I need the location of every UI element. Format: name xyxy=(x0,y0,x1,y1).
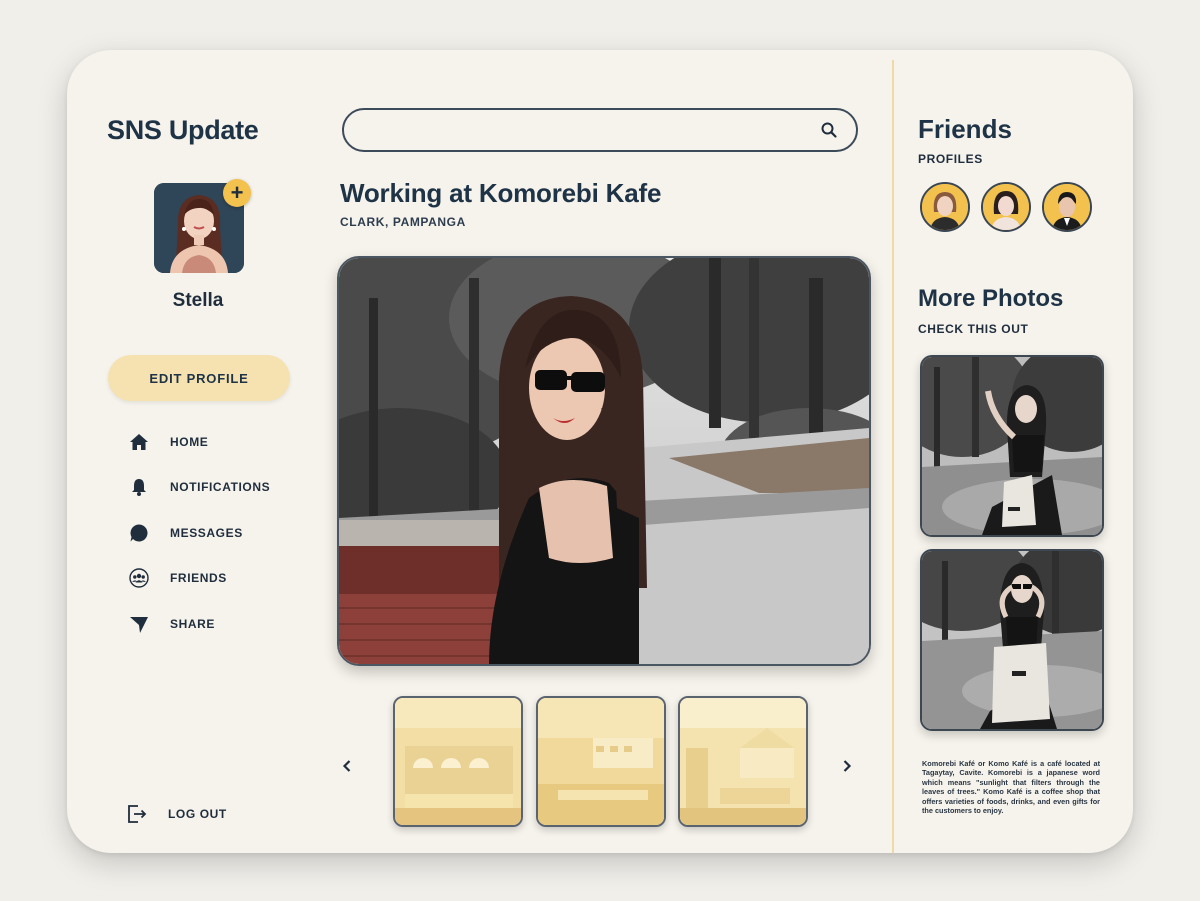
cafe-interior-photo xyxy=(538,698,664,825)
post-title: Working at Komorebi Kafe xyxy=(340,178,662,208)
profile-username: Stella xyxy=(172,290,224,311)
sidebar-item-label: MESSAGES xyxy=(170,526,243,540)
column-divider xyxy=(892,60,894,853)
logout-icon xyxy=(125,802,149,826)
sidebar-item-home[interactable]: HOME xyxy=(127,430,307,454)
sidebar-item-share[interactable]: SHARE xyxy=(127,612,307,636)
outdoor-portrait-photo xyxy=(922,357,1102,535)
bell-icon xyxy=(127,475,151,499)
cafe-description: Komorebi Kafé or Komo Kafé is a café loc… xyxy=(922,759,1100,816)
sidebar-item-label: SHARE xyxy=(170,617,216,631)
main-post-photo[interactable] xyxy=(337,256,871,666)
sidebar-item-label: NOTIFICATIONS xyxy=(170,480,271,494)
gallery-prev-button[interactable] xyxy=(337,754,357,778)
sidebar-item-label: FRIENDS xyxy=(170,571,227,585)
gallery-thumbnail-3[interactable] xyxy=(678,696,808,827)
friend-avatar-2[interactable] xyxy=(981,182,1031,232)
more-photos-heading: More Photos xyxy=(918,285,1064,312)
gallery-next-button[interactable] xyxy=(837,754,857,778)
post-location: CLARK, PAMPANGA xyxy=(340,215,466,229)
profile-avatar-wrap: + xyxy=(154,179,251,273)
search-input[interactable] xyxy=(362,118,806,144)
more-photo-2[interactable] xyxy=(920,549,1104,731)
sidebar-item-friends[interactable]: FRIENDS xyxy=(127,566,307,590)
friends-subheading: PROFILES xyxy=(918,152,983,166)
friends-group-icon xyxy=(127,566,151,590)
home-icon xyxy=(127,430,151,454)
cafe-interior-photo xyxy=(680,698,806,825)
chevron-left-icon xyxy=(341,759,353,773)
logout-button[interactable]: LOG OUT xyxy=(125,802,275,826)
app-card: SNS Update + Stella EDIT PROFILE HOME NO… xyxy=(67,50,1133,853)
sidebar-item-label: HOME xyxy=(170,435,209,449)
logout-label: LOG OUT xyxy=(168,807,227,821)
chevron-right-icon xyxy=(841,759,853,773)
sidebar-item-messages[interactable]: MESSAGES xyxy=(127,521,307,545)
send-icon xyxy=(127,612,151,636)
more-photos-subheading: CHECK THIS OUT xyxy=(918,322,1029,336)
search-bar[interactable] xyxy=(342,108,858,152)
brand-title: SNS Update xyxy=(107,115,259,145)
cafe-interior-photo xyxy=(395,698,521,825)
friend-avatar-3[interactable] xyxy=(1042,182,1092,232)
message-bubble-icon xyxy=(127,521,151,545)
outdoor-portrait-photo xyxy=(922,551,1102,729)
search-icon[interactable] xyxy=(820,121,838,139)
more-photo-1[interactable] xyxy=(920,355,1104,537)
friend-avatar-1[interactable] xyxy=(920,182,970,232)
post-photo-image xyxy=(339,258,869,664)
add-photo-button[interactable]: + xyxy=(223,179,251,207)
friends-heading: Friends xyxy=(918,114,1012,144)
gallery-thumbnail-2[interactable] xyxy=(536,696,666,827)
sidebar-item-notifications[interactable]: NOTIFICATIONS xyxy=(127,475,307,499)
edit-profile-button[interactable]: EDIT PROFILE xyxy=(108,355,290,401)
gallery-thumbnail-1[interactable] xyxy=(393,696,523,827)
